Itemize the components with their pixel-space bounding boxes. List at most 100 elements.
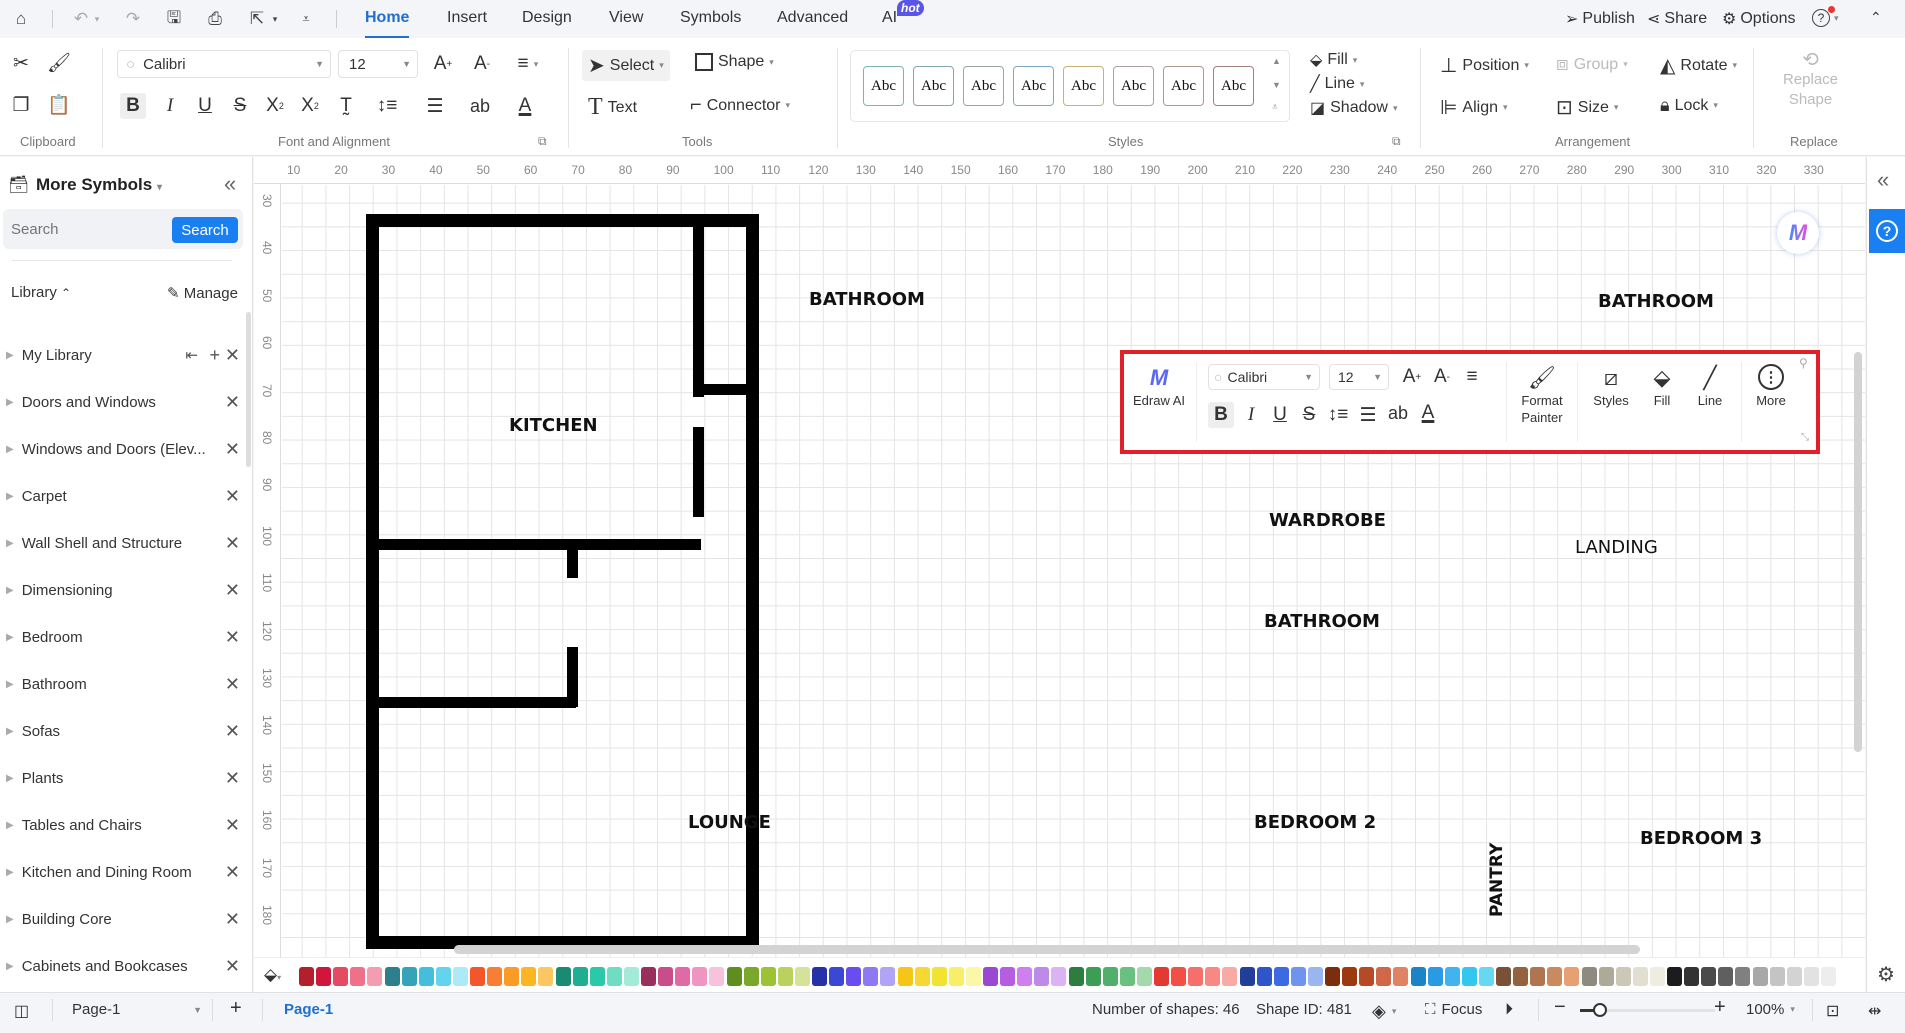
shadow-button[interactable]: ◪ Shadow ▾ — [1310, 98, 1397, 118]
font-settings-launcher-icon[interactable]: ⧉ — [538, 134, 547, 149]
undo-icon[interactable]: ↶ — [70, 8, 92, 30]
publish-button[interactable]: ➢ Publish — [1565, 9, 1635, 29]
color-swatch[interactable] — [812, 967, 827, 986]
decrease-font-icon[interactable]: A- — [469, 51, 495, 77]
float-italic-button[interactable]: I — [1238, 402, 1264, 428]
library-item[interactable]: ▶ Wall Shell and Structure ✕ — [0, 523, 248, 563]
gallery-scroll-up-icon[interactable]: ▲ — [1272, 56, 1281, 66]
color-swatch[interactable] — [948, 967, 964, 986]
align-button[interactable]: ⊫ Align ▾ — [1440, 95, 1508, 120]
cut-icon[interactable]: ✂ — [8, 50, 34, 76]
color-swatch[interactable] — [487, 967, 503, 986]
color-swatch[interactable] — [1034, 967, 1050, 986]
color-swatch[interactable] — [1376, 967, 1392, 986]
color-swatch[interactable] — [384, 967, 400, 986]
collapse-panel-icon[interactable]: « — [224, 171, 236, 197]
home-icon[interactable]: ⌂ — [10, 8, 32, 30]
color-swatch[interactable] — [1290, 967, 1306, 986]
float-font-color-icon[interactable]: A — [1415, 400, 1441, 426]
layers-button[interactable]: ◈ ▾ — [1372, 1001, 1396, 1022]
library-item[interactable]: ▶ Kitchen and Dining Room ✕ — [0, 852, 248, 892]
color-swatch[interactable] — [1615, 967, 1631, 986]
room-label-bathroom[interactable]: BATHROOM — [809, 289, 925, 310]
color-swatch[interactable] — [1359, 967, 1375, 986]
fit-page-icon[interactable]: ⊡ — [1826, 1001, 1839, 1021]
add-icon[interactable]: + — [209, 345, 220, 366]
float-fill-button[interactable]: ⬙ Fill — [1642, 362, 1682, 409]
color-swatch[interactable] — [401, 967, 417, 986]
float-bold-button[interactable]: B — [1208, 402, 1234, 428]
color-swatch[interactable] — [1342, 967, 1358, 986]
print-icon[interactable]: ⎙ — [204, 8, 226, 30]
play-presentation-icon[interactable]: ⏵ — [1505, 1001, 1513, 1019]
float-text-case-icon[interactable]: ab — [1385, 400, 1411, 426]
italic-button[interactable]: I — [157, 93, 183, 119]
tab-ai[interactable]: AI — [882, 9, 897, 27]
color-swatch[interactable] — [1017, 967, 1033, 986]
text-style-icon[interactable]: T̰ — [333, 93, 359, 119]
color-swatch[interactable] — [692, 967, 708, 986]
color-swatch[interactable] — [1171, 967, 1187, 986]
increase-font-icon[interactable]: A + — [430, 51, 456, 77]
color-swatch[interactable] — [777, 967, 793, 986]
library-toggle[interactable]: Library ⌃ — [11, 284, 71, 301]
collapse-toolbar-icon[interactable]: ⤡ — [1801, 432, 1809, 443]
color-swatch[interactable] — [1205, 967, 1221, 986]
text-case-icon[interactable]: ab — [467, 93, 493, 119]
help-panel-button[interactable]: ? — [1869, 209, 1905, 253]
color-swatch[interactable] — [333, 967, 349, 986]
page-panel-toggle-icon[interactable]: ◫ — [14, 1001, 29, 1021]
color-swatch[interactable] — [1547, 967, 1563, 986]
edraw-ai-logo-button[interactable]: M — [1777, 212, 1819, 254]
library-item[interactable]: ▶ Doors and Windows ✕ — [0, 382, 248, 422]
style-preset-7[interactable]: Abc — [1163, 66, 1204, 106]
color-swatch[interactable] — [1581, 967, 1597, 986]
copy-icon[interactable]: ❐ — [8, 92, 34, 118]
export-dropdown-icon[interactable]: ▾ — [270, 8, 280, 30]
tab-symbols[interactable]: Symbols — [680, 9, 741, 27]
style-preset-2[interactable]: Abc — [913, 66, 954, 106]
color-swatch[interactable] — [1701, 967, 1717, 986]
color-swatch[interactable] — [1564, 967, 1580, 986]
close-icon[interactable]: ✕ — [225, 486, 240, 507]
color-swatch[interactable] — [863, 967, 879, 986]
library-item[interactable]: ▶ My Library ⇤ + ✕ — [0, 335, 248, 375]
color-swatch[interactable] — [1256, 967, 1272, 986]
float-font-family-select[interactable]: ○ Calibri ▼ — [1208, 364, 1320, 390]
color-swatch[interactable] — [641, 967, 656, 986]
font-size-select[interactable]: 12 ▼ — [338, 50, 418, 78]
color-swatch[interactable] — [675, 967, 691, 986]
position-button[interactable]: ⊥ Position ▾ — [1440, 53, 1529, 78]
align-dropdown-icon[interactable]: ▾ — [530, 51, 542, 77]
color-swatch[interactable] — [1154, 967, 1169, 986]
library-item[interactable]: ▶ Sofas ✕ — [0, 711, 248, 751]
color-swatch[interactable] — [589, 967, 605, 986]
room-label-bedroom-2[interactable]: BEDROOM 2 — [1254, 812, 1376, 833]
format-painter-icon[interactable]: 🖌 — [46, 50, 72, 76]
float-underline-button[interactable]: U — [1267, 402, 1293, 428]
library-item[interactable]: ▶ Bedroom ✕ — [0, 617, 248, 657]
color-swatch[interactable] — [299, 967, 314, 986]
style-preset-5[interactable]: Abc — [1063, 66, 1104, 106]
fill-button[interactable]: ⬙ Fill ▾ — [1310, 50, 1357, 70]
expand-panel-icon[interactable]: « — [1877, 167, 1889, 193]
library-item[interactable]: ▶ Carpet ✕ — [0, 476, 248, 516]
font-color-icon[interactable]: A — [512, 93, 538, 119]
color-swatch[interactable] — [1068, 967, 1084, 986]
color-swatch[interactable] — [1496, 967, 1511, 986]
customize-toolbar-icon[interactable]: ⩡ — [295, 8, 317, 30]
size-button[interactable]: ⊡ Size ▾ — [1556, 95, 1618, 120]
float-font-size-select[interactable]: 12 ▼ — [1329, 364, 1389, 390]
color-swatch[interactable] — [470, 967, 485, 986]
replace-shape-button[interactable]: ⟲ Replace Shape — [1768, 50, 1853, 110]
float-bullet-list-icon[interactable]: ☰ — [1355, 402, 1381, 428]
group-button[interactable]: ⧈ Group ▾ — [1556, 53, 1628, 76]
close-icon[interactable]: ✕ — [225, 909, 240, 930]
color-swatch[interactable] — [880, 967, 896, 986]
close-icon[interactable]: ✕ — [225, 721, 240, 742]
color-swatch[interactable] — [1136, 967, 1152, 986]
color-swatch[interactable] — [367, 967, 383, 986]
options-button[interactable]: ⚙ Options — [1722, 9, 1795, 29]
collapse-ribbon-icon[interactable]: ⌃ — [1870, 9, 1882, 26]
line-spacing-icon[interactable]: ↕≡ — [374, 93, 400, 119]
